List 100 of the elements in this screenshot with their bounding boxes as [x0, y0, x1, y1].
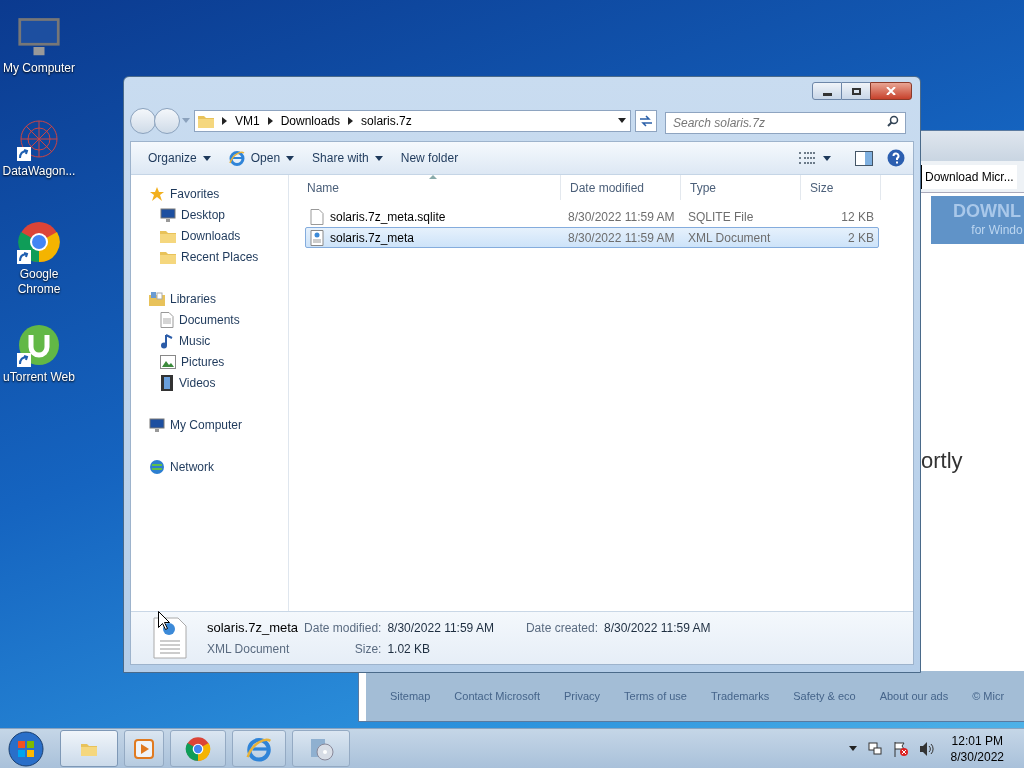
document-icon	[160, 311, 174, 328]
network-icon	[866, 740, 883, 757]
column-header[interactable]: Type	[681, 175, 801, 200]
column-header[interactable]: Name	[298, 175, 561, 200]
forward-button[interactable]	[154, 107, 180, 134]
folder-icon	[198, 113, 214, 128]
chrome-logo-icon	[185, 735, 211, 762]
taskbar-button[interactable]	[124, 730, 164, 767]
flag-icon	[892, 740, 909, 757]
desktop-icon-label[interactable]: uTorrent Web	[0, 370, 78, 385]
caret-icon	[286, 155, 295, 161]
chrome-logo-icon	[17, 220, 61, 264]
help-button[interactable]	[887, 149, 905, 167]
close-button[interactable]	[870, 82, 912, 100]
desktop-icon	[160, 206, 176, 223]
ie-logo-icon	[228, 150, 245, 166]
sort-arrow-icon	[429, 175, 437, 179]
desktop-icon-label[interactable]: My Computer	[0, 61, 78, 76]
desktop-icon-label[interactable]: DataWagon...	[0, 164, 78, 179]
maximize-button[interactable]	[842, 82, 870, 100]
details-file-name: solaris.7z_meta	[207, 618, 299, 637]
chevron-icon	[267, 116, 273, 125]
breadcrumb-item[interactable]: VM1	[235, 111, 260, 130]
recent-places-folder-icon	[160, 249, 176, 264]
file-row[interactable]: solaris.7z_meta.sqlite 8/30/2022 11:59 AM SQLITE File 12 KB	[305, 206, 879, 227]
navigation-item[interactable]: Downloads	[181, 226, 241, 245]
toolbar-button[interactable]: Organize	[139, 146, 220, 170]
clock-date[interactable]: 8/30/2022	[950, 748, 1004, 765]
clock-time[interactable]: 12:01 PM	[951, 732, 1003, 749]
details-file-type: XML Document	[207, 641, 291, 659]
file-row[interactable]: solaris.7z_meta 8/30/2022 11:59 AM XML Document 2 KB	[305, 227, 879, 248]
file-size: 12 KB	[840, 208, 874, 226]
folder-icon	[81, 741, 97, 756]
close-icon	[886, 87, 896, 95]
file-name: solaris.7z_meta	[330, 229, 415, 247]
banner-subtitle: for Windo	[971, 222, 1023, 238]
shortcut-arrow-icon	[17, 353, 31, 367]
column-header[interactable]: Date modified	[561, 175, 681, 200]
start-button[interactable]	[6, 728, 46, 768]
downloads-folder-icon	[160, 228, 176, 243]
volume-icon	[918, 740, 935, 757]
search-icon	[887, 114, 899, 127]
taskbar-button[interactable]	[170, 730, 226, 767]
back-button[interactable]	[130, 107, 156, 134]
navigation-item[interactable]: Videos	[179, 373, 216, 392]
file-name: solaris.7z_meta.sqlite	[330, 208, 446, 226]
star-burst-icon	[17, 117, 61, 161]
shortcut-arrow-icon	[17, 250, 31, 264]
details-label: Size:	[353, 641, 382, 659]
caret-icon	[618, 118, 626, 123]
blank-file-icon	[310, 208, 324, 225]
desktop-icon-label[interactable]: Google Chrome	[0, 267, 78, 297]
star-icon	[149, 185, 165, 202]
chevron-icon	[348, 116, 354, 125]
search-field[interactable]: Search solaris.7z	[665, 111, 906, 134]
breadcrumb-item[interactable]: solaris.7z	[361, 111, 412, 130]
minimize-button[interactable]	[812, 82, 842, 100]
file-date: 8/30/2022 11:59 AM	[567, 229, 676, 247]
banner-title: DOWNL	[953, 200, 1021, 222]
caret-icon	[848, 746, 857, 751]
refresh-icon	[639, 114, 653, 127]
computer-icon	[149, 416, 165, 433]
file-type: SQLITE File	[687, 208, 755, 226]
taskbar-button[interactable]	[60, 730, 118, 767]
details-value: 8/30/2022 11:59 AM	[387, 619, 494, 637]
taskbar-button[interactable]	[292, 730, 350, 767]
refresh-button[interactable]	[635, 109, 657, 132]
navigation-item[interactable]: Recent Places	[181, 247, 259, 266]
toolbar-button[interactable]: New folder	[391, 146, 468, 170]
media-player-icon	[133, 737, 155, 760]
details-value: 1.02 KB	[387, 641, 432, 659]
navigation-group[interactable]: Libraries	[170, 289, 217, 308]
breadcrumb-item[interactable]: Downloads	[280, 111, 341, 130]
navigation-item[interactable]: Music	[179, 331, 211, 350]
navigation-item[interactable]: Documents	[179, 310, 240, 329]
navigation-group[interactable]: Network	[170, 457, 214, 476]
column-header[interactable]: Size	[801, 175, 881, 200]
navigation-group[interactable]: Favorites	[170, 184, 220, 203]
toolbar-button[interactable]: Share with	[303, 146, 392, 170]
list-view-icon	[799, 152, 815, 164]
network-icon	[149, 458, 165, 475]
mouse-pointer-icon	[158, 611, 170, 630]
help-icon	[887, 149, 905, 167]
toolbar-button[interactable]: Open	[219, 146, 304, 170]
windows-logo-icon	[8, 730, 44, 767]
view-options-button[interactable]	[799, 152, 831, 164]
preview-pane-button[interactable]	[855, 150, 873, 166]
preview-pane-icon	[855, 150, 873, 166]
navigation-item[interactable]: Pictures	[181, 352, 225, 371]
ie-logo-icon	[246, 735, 272, 762]
address-bar[interactable]: VM1 Downloads solaris.7z	[194, 109, 631, 132]
taskbar-button[interactable]	[232, 730, 286, 767]
pictures-icon	[160, 354, 176, 369]
browser-tab[interactable]: Download Micr...	[921, 164, 1017, 189]
navigation-group[interactable]: My Computer	[170, 415, 243, 434]
navigation-item[interactable]: Desktop	[181, 205, 226, 224]
caret-icon	[182, 118, 190, 123]
details-label: Date created:	[525, 619, 598, 637]
libraries-icon	[149, 291, 165, 306]
page-text: ortly	[921, 448, 963, 473]
